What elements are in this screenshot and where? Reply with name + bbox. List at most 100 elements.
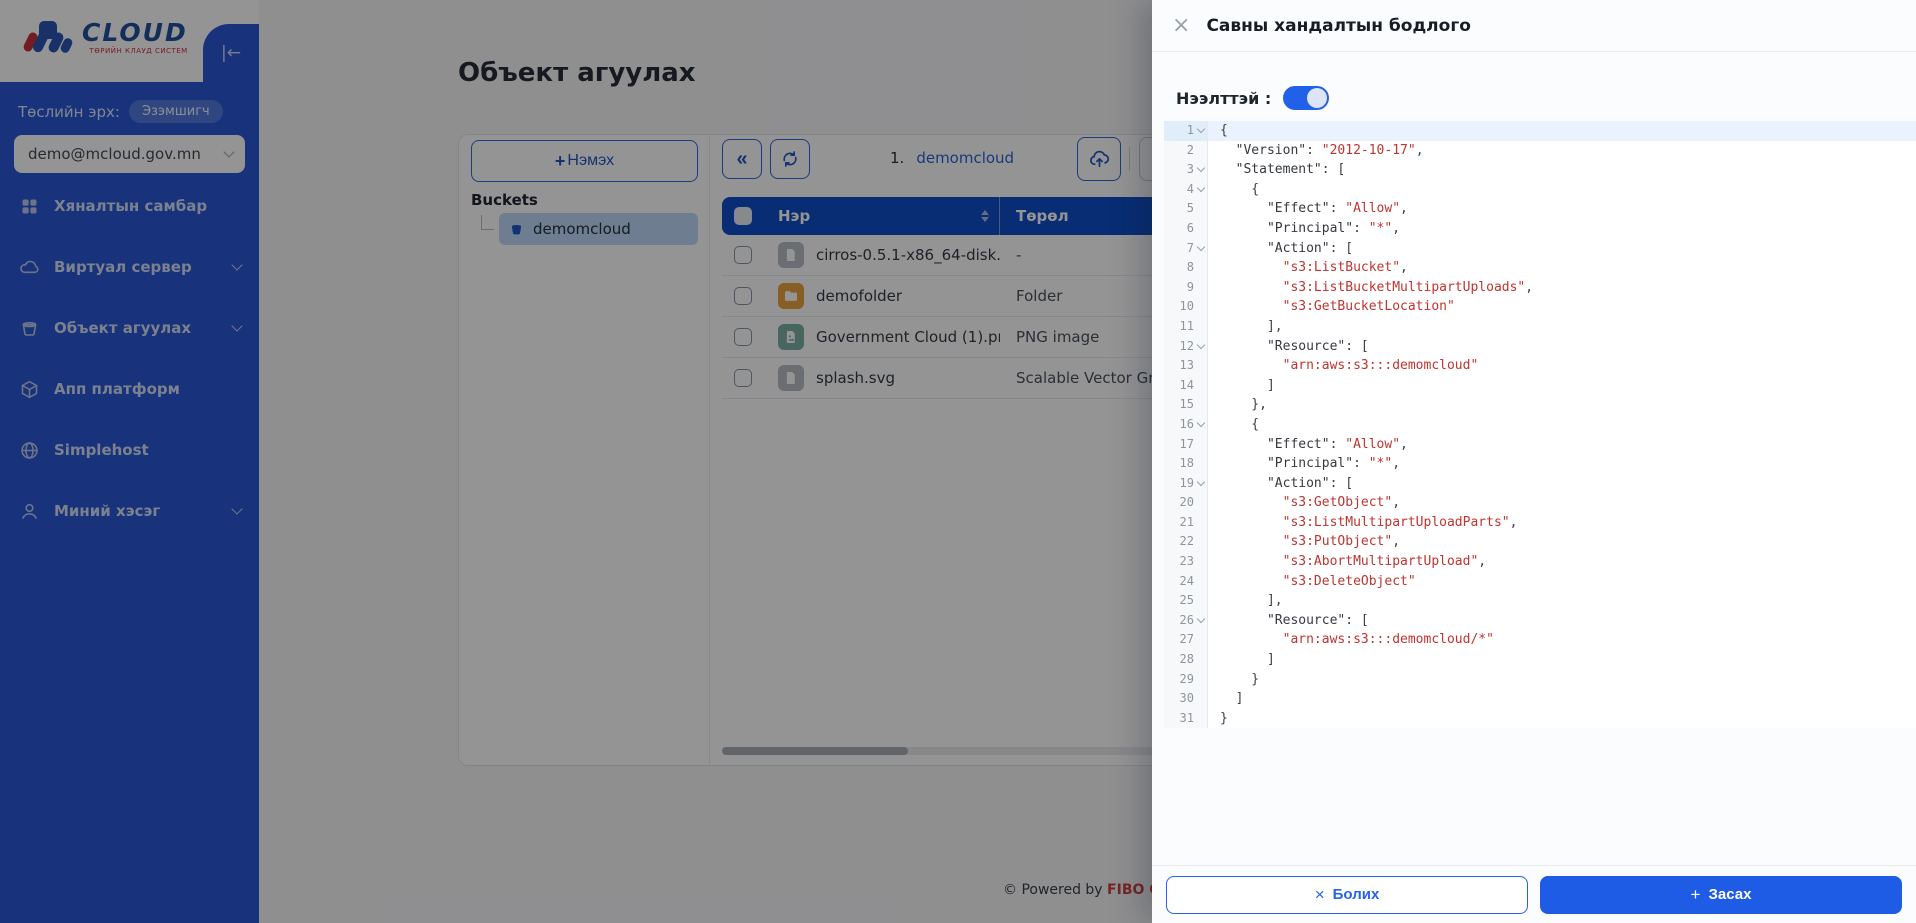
code-line[interactable]: 29 } xyxy=(1164,670,1916,690)
code-text: { xyxy=(1208,180,1259,200)
line-number-gutter: 19 xyxy=(1164,474,1208,494)
fold-spacer xyxy=(1194,712,1207,725)
code-text: ] xyxy=(1208,376,1275,396)
fold-toggle-icon[interactable] xyxy=(1194,340,1207,353)
code-line[interactable]: 7 "Action": [ xyxy=(1164,239,1916,259)
code-line[interactable]: 11 ], xyxy=(1164,317,1916,337)
code-line[interactable]: 30 ] xyxy=(1164,689,1916,709)
fold-spacer xyxy=(1194,536,1207,549)
code-line[interactable]: 9 "s3:ListBucketMultipartUploads", xyxy=(1164,278,1916,298)
fold-spacer xyxy=(1194,320,1207,333)
code-text: ] xyxy=(1208,689,1243,709)
code-line[interactable]: 31} xyxy=(1164,709,1916,729)
line-number: 13 xyxy=(1170,356,1194,376)
line-number-gutter: 20 xyxy=(1164,493,1208,513)
line-number: 12 xyxy=(1170,337,1194,357)
code-line[interactable]: 4 { xyxy=(1164,180,1916,200)
code-line[interactable]: 10 "s3:GetBucketLocation" xyxy=(1164,297,1916,317)
line-number: 8 xyxy=(1170,258,1194,278)
code-line[interactable]: 5 "Effect": "Allow", xyxy=(1164,199,1916,219)
drawer-title: Савны хандалтын бодлого xyxy=(1206,16,1470,36)
code-text: { xyxy=(1208,415,1259,435)
fold-spacer xyxy=(1194,438,1207,451)
code-line[interactable]: 2 "Version": "2012-10-17", xyxy=(1164,141,1916,161)
code-text: }, xyxy=(1208,395,1267,415)
line-number-gutter: 9 xyxy=(1164,278,1208,298)
code-text: "Version": "2012-10-17", xyxy=(1208,141,1424,161)
fold-toggle-icon[interactable] xyxy=(1194,183,1207,196)
code-line[interactable]: 19 "Action": [ xyxy=(1164,474,1916,494)
line-number-gutter: 8 xyxy=(1164,258,1208,278)
fold-spacer xyxy=(1194,595,1207,608)
code-line[interactable]: 13 "arn:aws:s3:::demomcloud" xyxy=(1164,356,1916,376)
fold-spacer xyxy=(1194,301,1207,314)
line-number-gutter: 18 xyxy=(1164,454,1208,474)
fold-toggle-icon[interactable] xyxy=(1194,418,1207,431)
code-text: "s3:DeleteObject" xyxy=(1208,572,1416,592)
line-number: 29 xyxy=(1170,670,1194,690)
modal-overlay[interactable] xyxy=(0,0,1152,923)
fold-spacer xyxy=(1194,144,1207,157)
line-number: 25 xyxy=(1170,591,1194,611)
fold-spacer xyxy=(1194,281,1207,294)
code-line[interactable]: 21 "s3:ListMultipartUploadParts", xyxy=(1164,513,1916,533)
code-line[interactable]: 28 ] xyxy=(1164,650,1916,670)
line-number-gutter: 25 xyxy=(1164,591,1208,611)
code-line[interactable]: 17 "Effect": "Allow", xyxy=(1164,435,1916,455)
fold-toggle-icon[interactable] xyxy=(1194,242,1207,255)
line-number-gutter: 10 xyxy=(1164,297,1208,317)
fold-spacer xyxy=(1194,634,1207,647)
policy-json-editor[interactable]: 1{2 "Version": "2012-10-17",3 "Statement… xyxy=(1164,121,1916,728)
line-number: 5 xyxy=(1170,199,1194,219)
line-number: 7 xyxy=(1170,239,1194,259)
fold-toggle-icon[interactable] xyxy=(1194,124,1207,137)
fold-spacer xyxy=(1194,203,1207,216)
code-line[interactable]: 18 "Principal": "*", xyxy=(1164,454,1916,474)
code-line[interactable]: 24 "s3:DeleteObject" xyxy=(1164,572,1916,592)
code-text: "arn:aws:s3:::demomcloud/*" xyxy=(1208,630,1494,650)
fold-toggle-icon[interactable] xyxy=(1194,614,1207,627)
line-number: 21 xyxy=(1170,513,1194,533)
save-label: Засах xyxy=(1708,886,1751,903)
code-text: "Action": [ xyxy=(1208,239,1353,259)
code-line[interactable]: 8 "s3:ListBucket", xyxy=(1164,258,1916,278)
public-toggle-label: Нээлттэй : xyxy=(1176,89,1271,108)
public-toggle-switch[interactable] xyxy=(1283,86,1329,110)
line-number-gutter: 28 xyxy=(1164,650,1208,670)
code-line[interactable]: 20 "s3:GetObject", xyxy=(1164,493,1916,513)
code-line[interactable]: 3 "Statement": [ xyxy=(1164,160,1916,180)
fold-spacer xyxy=(1194,359,1207,372)
fold-toggle-icon[interactable] xyxy=(1194,163,1207,176)
code-line[interactable]: 26 "Resource": [ xyxy=(1164,611,1916,631)
save-button[interactable]: + Засах xyxy=(1540,876,1902,914)
fold-spacer xyxy=(1194,379,1207,392)
close-icon[interactable]: × xyxy=(1172,15,1190,37)
code-line[interactable]: 6 "Principal": "*", xyxy=(1164,219,1916,239)
app-window: CLOUD ТӨРИЙН КЛАУД СИСТЕМ |← Төслийн эрх… xyxy=(0,0,1916,923)
line-number: 1 xyxy=(1170,121,1194,141)
line-number: 14 xyxy=(1170,376,1194,396)
fold-spacer xyxy=(1194,575,1207,588)
code-line[interactable]: 15 }, xyxy=(1164,395,1916,415)
line-number-gutter: 24 xyxy=(1164,572,1208,592)
code-line[interactable]: 14 ] xyxy=(1164,376,1916,396)
line-number-gutter: 5 xyxy=(1164,199,1208,219)
code-line[interactable]: 23 "s3:AbortMultipartUpload", xyxy=(1164,552,1916,572)
code-line[interactable]: 12 "Resource": [ xyxy=(1164,337,1916,357)
code-line[interactable]: 22 "s3:PutObject", xyxy=(1164,532,1916,552)
code-line[interactable]: 25 ], xyxy=(1164,591,1916,611)
code-line[interactable]: 27 "arn:aws:s3:::demomcloud/*" xyxy=(1164,630,1916,650)
line-number-gutter: 30 xyxy=(1164,689,1208,709)
code-text: "arn:aws:s3:::demomcloud" xyxy=(1208,356,1478,376)
code-text: ], xyxy=(1208,591,1283,611)
cancel-button[interactable]: × Болих xyxy=(1166,876,1528,914)
code-text: ], xyxy=(1208,317,1283,337)
drawer-header: × Савны хандалтын бодлого xyxy=(1152,0,1916,52)
line-number-gutter: 6 xyxy=(1164,219,1208,239)
line-number: 16 xyxy=(1170,415,1194,435)
code-line[interactable]: 1{ xyxy=(1164,121,1916,141)
code-line[interactable]: 16 { xyxy=(1164,415,1916,435)
line-number: 26 xyxy=(1170,611,1194,631)
fold-toggle-icon[interactable] xyxy=(1194,477,1207,490)
line-number: 27 xyxy=(1170,630,1194,650)
